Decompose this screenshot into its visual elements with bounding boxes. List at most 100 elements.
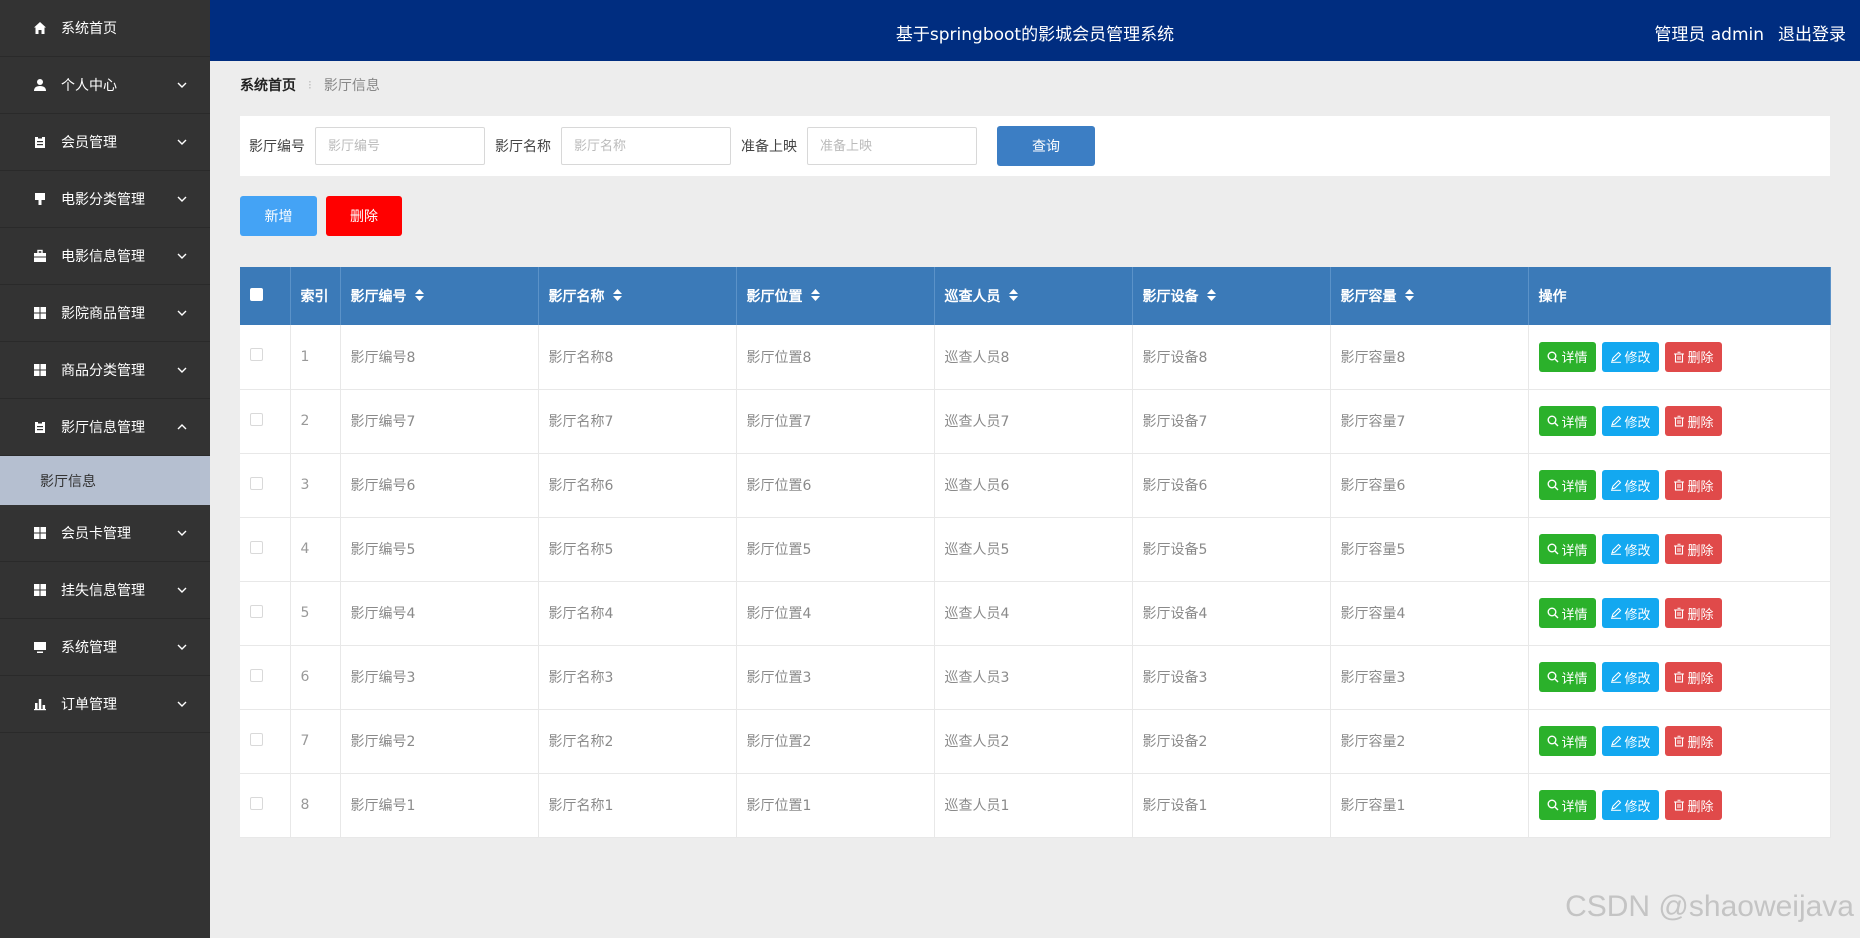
- edit-button[interactable]: 修改: [1601, 726, 1659, 756]
- detail-button[interactable]: 详情: [1538, 726, 1596, 756]
- delete-label: 删除: [1687, 799, 1714, 815]
- table-cell: 影厅名称3: [538, 645, 737, 710]
- sidebar-item[interactable]: 电影分类管理: [0, 171, 210, 228]
- sort-icon[interactable]: [1206, 289, 1216, 305]
- chevron-down-icon: [176, 136, 188, 148]
- hall-name-input[interactable]: [561, 127, 731, 165]
- sidebar-item[interactable]: 商品分类管理: [0, 342, 210, 399]
- table-cell: 巡查人员7: [934, 389, 1133, 454]
- row-checkbox[interactable]: [250, 348, 263, 362]
- sidebar-item[interactable]: 影厅信息管理: [0, 399, 210, 456]
- table-cell: 影厅位置7: [736, 389, 935, 454]
- edit-button[interactable]: 修改: [1601, 790, 1659, 820]
- column-header[interactable]: 影厅名称: [538, 267, 737, 325]
- sort-icon[interactable]: [1404, 289, 1414, 305]
- table-cell: 1: [290, 325, 341, 390]
- delete-button[interactable]: 删除: [1664, 341, 1722, 372]
- column-header[interactable]: 巡查人员: [934, 267, 1133, 325]
- table-cell: 影厅容量6: [1330, 453, 1529, 518]
- table-cell: 影厅设备2: [1132, 709, 1331, 774]
- sidebar-item[interactable]: 系统首页: [0, 0, 210, 57]
- sidebar-item[interactable]: 影院商品管理: [0, 285, 210, 342]
- delete-button[interactable]: 删除: [1664, 662, 1722, 692]
- trash-icon: [1673, 799, 1685, 811]
- search-icon: [1547, 479, 1559, 491]
- sidebar-item[interactable]: 个人中心: [0, 57, 210, 114]
- edit-button[interactable]: 修改: [1601, 662, 1659, 692]
- detail-button[interactable]: 详情: [1538, 598, 1596, 628]
- row-checkbox[interactable]: [250, 732, 263, 746]
- edit-button[interactable]: 修改: [1601, 534, 1659, 564]
- user-icon: [32, 77, 48, 93]
- detail-button[interactable]: 详情: [1538, 406, 1596, 436]
- detail-button[interactable]: 详情: [1538, 470, 1596, 500]
- table-cell: 影厅设备4: [1132, 581, 1331, 646]
- detail-button[interactable]: 详情: [1538, 662, 1596, 692]
- table-cell: 4: [290, 517, 341, 582]
- delete-button[interactable]: 删除: [1664, 598, 1722, 628]
- detail-label: 详情: [1561, 415, 1588, 431]
- row-checkbox[interactable]: [250, 796, 263, 810]
- column-header[interactable]: 影厅设备: [1132, 267, 1331, 325]
- bulk-delete-button[interactable]: 删除: [326, 196, 402, 236]
- edit-label: 修改: [1624, 671, 1651, 687]
- sidebar-item[interactable]: 订单管理: [0, 676, 210, 733]
- delete-button[interactable]: 删除: [1664, 726, 1722, 756]
- hall-no-input[interactable]: [315, 127, 485, 165]
- edit-label: 修改: [1624, 607, 1651, 623]
- sidebar-item[interactable]: 挂失信息管理: [0, 562, 210, 619]
- row-checkbox[interactable]: [250, 604, 263, 618]
- detail-label: 详情: [1561, 607, 1588, 623]
- table-cell: 影厅编号3: [340, 645, 539, 710]
- table-cell: 影厅名称6: [538, 453, 737, 518]
- row-actions: 详情 修改 删除: [1538, 790, 1830, 820]
- delete-button[interactable]: 删除: [1664, 406, 1722, 436]
- row-actions-cell: 详情 修改 删除: [1528, 709, 1831, 774]
- delete-button[interactable]: 删除: [1664, 534, 1722, 564]
- table-cell: 影厅位置6: [736, 453, 935, 518]
- sort-icon[interactable]: [1008, 289, 1018, 305]
- upcoming-input[interactable]: [807, 127, 977, 165]
- table-cell: 影厅位置2: [736, 709, 935, 774]
- table-cell: 7: [290, 709, 341, 774]
- column-header[interactable]: 影厅容量: [1330, 267, 1529, 325]
- sidebar-item[interactable]: 会员管理: [0, 114, 210, 171]
- delete-label: 删除: [1687, 351, 1714, 367]
- edit-button[interactable]: 修改: [1601, 341, 1659, 372]
- detail-label: 详情: [1561, 735, 1588, 751]
- detail-button[interactable]: 详情: [1538, 341, 1596, 372]
- detail-button[interactable]: 详情: [1538, 534, 1596, 564]
- hall-no-label: 影厅编号: [249, 139, 305, 155]
- edit-label: 修改: [1624, 351, 1651, 367]
- sort-icon[interactable]: [612, 289, 622, 305]
- sort-icon[interactable]: [810, 289, 820, 305]
- edit-button[interactable]: 修改: [1601, 406, 1659, 436]
- delete-button[interactable]: 删除: [1664, 790, 1722, 820]
- table-row: 7 影厅编号2 影厅名称2 影厅位置2 巡查人员2 影厅设备2 影厅容量2 详情 修改 删除: [240, 709, 1831, 774]
- sidebar-item[interactable]: 系统管理: [0, 619, 210, 676]
- add-button[interactable]: 新增: [240, 196, 317, 236]
- detail-button[interactable]: 详情: [1538, 790, 1596, 820]
- edit-button[interactable]: 修改: [1601, 598, 1659, 628]
- trash-icon: [1673, 543, 1685, 555]
- delete-button[interactable]: 删除: [1664, 470, 1722, 500]
- row-checkbox[interactable]: [250, 412, 263, 426]
- row-checkbox[interactable]: [250, 540, 263, 554]
- sidebar-subitem-hall-info[interactable]: 影厅信息: [0, 456, 210, 505]
- row-checkbox[interactable]: [250, 668, 263, 682]
- delete-label: 删除: [1687, 671, 1714, 687]
- query-button[interactable]: 查询: [997, 126, 1095, 166]
- sidebar-item[interactable]: 会员卡管理: [0, 505, 210, 562]
- column-header[interactable]: 影厅编号: [340, 267, 539, 325]
- select-all-checkbox[interactable]: [250, 287, 263, 301]
- edit-icon: [1610, 543, 1622, 555]
- column-header[interactable]: 影厅位置: [736, 267, 935, 325]
- sort-icon[interactable]: [414, 289, 424, 305]
- logout-link[interactable]: 退出登录: [1778, 20, 1846, 45]
- table-cell: 影厅设备3: [1132, 645, 1331, 710]
- row-checkbox[interactable]: [250, 476, 263, 490]
- edit-button[interactable]: 修改: [1601, 470, 1659, 500]
- sidebar-item[interactable]: 电影信息管理: [0, 228, 210, 285]
- table-cell: 影厅设备8: [1132, 325, 1331, 390]
- breadcrumb-home[interactable]: 系统首页: [240, 75, 296, 95]
